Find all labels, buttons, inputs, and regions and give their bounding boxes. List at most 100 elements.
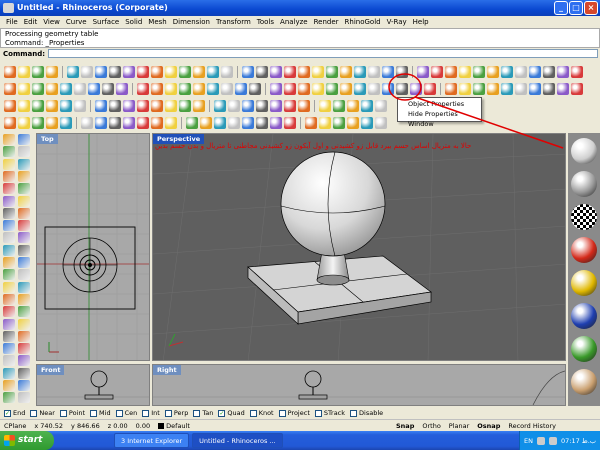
viewport-top[interactable]: Top [36,133,150,361]
left-toolbar-tool-icon[interactable] [18,183,30,195]
toolbar-tool-icon[interactable] [543,65,555,78]
toolbar-tool-icon[interactable] [67,65,79,78]
menu-rhinogold[interactable]: RhinoGold [342,16,384,28]
viewport-front[interactable]: Front [36,364,150,406]
toolbar-tool-icon[interactable] [95,65,107,78]
toolbar-tool-icon[interactable] [109,65,121,78]
menu-dimension[interactable]: Dimension [170,16,213,28]
toolbar-tool-icon[interactable] [109,99,121,112]
left-toolbar-tool-icon[interactable] [18,367,30,379]
toolbar-tool-icon[interactable] [571,82,583,95]
left-toolbar-tool-icon[interactable] [18,195,30,207]
left-toolbar-tool-icon[interactable] [18,158,30,170]
menu-file[interactable]: File [3,16,21,28]
language-indicator[interactable]: EN [524,437,533,445]
toolbar-tool-icon[interactable] [165,99,177,112]
material-sphere[interactable] [571,171,597,197]
osnap-checkbox[interactable] [30,409,38,417]
osnap-checkbox[interactable] [249,409,257,417]
tray-network-icon[interactable] [536,436,545,445]
menu-view[interactable]: View [40,16,63,28]
toolbar-tool-icon[interactable] [487,82,499,95]
osnap-checkbox[interactable] [115,409,123,417]
toolbar-tool-icon[interactable] [228,116,240,129]
toolbar-tool-icon[interactable] [557,82,569,95]
toolbar-tool-icon[interactable] [529,82,541,95]
osnap-checkbox[interactable] [59,409,67,417]
toolbar-tool-icon[interactable] [298,99,310,112]
toolbar-tool-icon[interactable] [347,116,359,129]
maximize-button[interactable]: □ [569,1,583,15]
osnap-perp[interactable]: Perp [164,409,188,417]
cplane-label[interactable]: CPlane [0,422,30,430]
toolbar-tool-icon[interactable] [151,82,163,95]
left-toolbar-tool-icon[interactable] [3,269,15,281]
command-input[interactable] [48,49,598,58]
left-toolbar-tool-icon[interactable] [3,330,15,342]
toolbar-tool-icon[interactable] [340,82,352,95]
osnap-tan[interactable]: Tan [193,409,213,417]
left-toolbar-tool-icon[interactable] [3,257,15,268]
left-toolbar-tool-icon[interactable] [3,170,15,182]
toolbar-tool-icon[interactable] [95,116,107,129]
material-sphere[interactable] [571,204,597,230]
toolbar-tool-icon[interactable] [221,65,233,78]
left-toolbar-tool-icon[interactable] [18,220,30,232]
toolbar-tool-icon[interactable] [151,116,163,129]
layer-indicator[interactable]: Default [154,422,194,430]
left-toolbar-tool-icon[interactable] [18,306,30,318]
toolbar-tool-icon[interactable] [74,99,86,112]
toolbar-tool-icon[interactable] [235,82,247,95]
toolbar-tool-icon[interactable] [319,99,331,112]
left-toolbar-tool-icon[interactable] [3,355,15,367]
toolbar-tool-icon[interactable] [312,82,324,95]
left-toolbar-tool-icon[interactable] [18,207,30,219]
toolbar-tool-icon[interactable] [179,99,191,112]
osnap-end[interactable]: ✓ End [4,409,25,417]
toolbar-tool-icon[interactable] [242,116,254,129]
left-toolbar-tool-icon[interactable] [18,257,30,268]
toolbar-tool-icon[interactable] [305,116,317,129]
material-sphere[interactable] [571,369,597,395]
toolbar-tool-icon[interactable] [137,65,149,78]
toolbar-tool-icon[interactable] [340,65,352,78]
viewport-perspective[interactable]: Perspective [152,133,566,361]
toolbar-tool-icon[interactable] [333,116,345,129]
osnap-checkbox[interactable] [314,409,322,417]
toolbar-tool-icon[interactable] [207,82,219,95]
osnap-cen[interactable]: Cen [115,409,137,417]
material-sphere[interactable] [571,138,597,164]
toolbar-tool-icon[interactable] [333,99,345,112]
toolbar-tool-icon[interactable] [151,99,163,112]
toolbar-tool-icon[interactable] [193,82,205,95]
toolbar-tool-icon[interactable] [151,65,163,78]
toolbar-tool-icon[interactable] [214,99,226,112]
toolbar-tool-icon[interactable] [515,65,527,78]
left-toolbar-tool-icon[interactable] [18,318,30,330]
osnap-checkbox[interactable] [142,409,150,417]
toolbar-tool-icon[interactable] [207,65,219,78]
left-toolbar-tool-icon[interactable] [18,281,30,293]
toolbar-tool-icon[interactable] [312,65,324,78]
menu-render[interactable]: Render [311,16,342,28]
left-toolbar-tool-icon[interactable] [18,244,30,256]
left-toolbar-tool-icon[interactable] [18,293,30,305]
osnap-checkbox[interactable] [193,409,201,417]
toolbar-tool-icon[interactable] [396,65,408,78]
toolbar-tool-icon[interactable] [165,116,177,129]
toolbar-tool-icon[interactable] [543,82,555,95]
toolbar-tool-icon[interactable] [571,65,583,78]
menu-analyze[interactable]: Analyze [277,16,311,28]
toolbar-tool-icon[interactable] [501,65,513,78]
toolbar-tool-icon[interactable] [81,65,93,78]
left-toolbar-tool-icon[interactable] [3,244,15,256]
menu-edit[interactable]: Edit [21,16,41,28]
toolbar-tool-icon[interactable] [368,82,380,95]
osnap-strack[interactable]: STrack [314,409,345,417]
taskbar-internet-explorer[interactable]: 3 Internet Explorer [114,433,190,448]
left-toolbar-tool-icon[interactable] [18,355,30,367]
left-toolbar-tool-icon[interactable] [18,330,30,342]
osnap-checkbox[interactable] [350,409,358,417]
left-toolbar-tool-icon[interactable] [3,134,15,145]
toolbar-tool-icon[interactable] [81,116,93,129]
